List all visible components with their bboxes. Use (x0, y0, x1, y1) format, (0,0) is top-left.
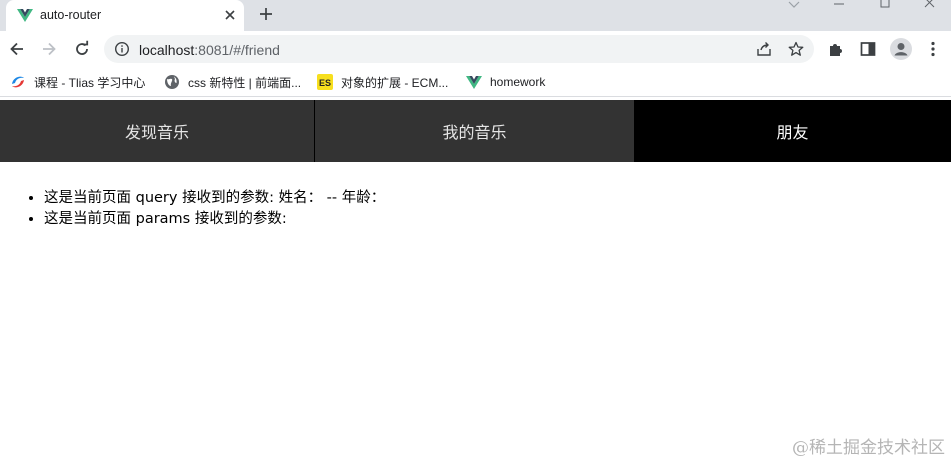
forward-icon[interactable] (40, 40, 58, 58)
browser-toolbar: localhost:8081/#/friend (0, 31, 951, 67)
minimize-icon[interactable] (831, 0, 847, 12)
page: 发现音乐 我的音乐 朋友 这是当前页面 query 接收到的参数: 姓名： --… (0, 100, 951, 464)
extensions-icon[interactable] (827, 40, 845, 58)
svg-text:ES: ES (319, 78, 331, 88)
reload-icon[interactable] (73, 40, 91, 58)
browser-tab[interactable]: auto-router (6, 0, 244, 31)
bookmark-star-icon[interactable] (788, 41, 804, 57)
tab-strip: auto-router (0, 0, 951, 31)
bookmark-label: homework (490, 75, 546, 89)
watermark: @稀土掘金技术社区 (792, 438, 945, 458)
chevron-down-icon[interactable] (786, 0, 802, 12)
info-icon[interactable] (114, 41, 130, 57)
nav-link-discover-music[interactable]: 发现音乐 (0, 100, 315, 162)
side-panel-icon[interactable] (859, 40, 877, 58)
bookmark-label: 对象的扩展 - ECM... (341, 75, 449, 90)
back-icon[interactable] (8, 40, 26, 58)
avatar[interactable] (890, 38, 912, 60)
nav-bar: 发现音乐 我的音乐 朋友 (0, 100, 951, 162)
es-icon: ES (317, 74, 333, 90)
bookmark-es[interactable]: ES 对象的扩展 - ECM... (317, 73, 448, 91)
params-list: 这是当前页面 query 接收到的参数: 姓名： -- 年龄： 这是当前页面 p… (44, 188, 385, 230)
address-bar[interactable]: localhost:8081/#/friend (104, 35, 814, 63)
share-icon[interactable] (756, 41, 772, 57)
maximize-icon[interactable] (877, 0, 893, 12)
bookmarks-bar: 课程 - Tlias 学习中心 css 新特性 | 前端面... ES 对象的扩… (0, 67, 951, 97)
tab-title: auto-router (40, 8, 102, 22)
tlias-icon (12, 76, 24, 88)
bookmark-homework[interactable]: homework (466, 73, 545, 91)
query-params-item: 这是当前页面 query 接收到的参数: 姓名： -- 年龄： (44, 188, 385, 209)
url-path: :8081/#/friend (194, 42, 280, 58)
vue-icon (466, 76, 482, 89)
url-host: localhost (139, 42, 195, 58)
bookmark-label: css 新特性 | 前端面... (188, 75, 302, 90)
url-text: localhost:8081/#/friend (139, 42, 280, 58)
route-params-item: 这是当前页面 params 接收到的参数: (44, 209, 385, 230)
bookmark-tlias[interactable]: 课程 - Tlias 学习中心 (10, 73, 145, 91)
bookmark-label: 课程 - Tlias 学习中心 (34, 75, 146, 90)
window-close-icon[interactable] (922, 0, 938, 12)
close-icon[interactable] (222, 7, 238, 23)
nav-link-friend[interactable]: 朋友 (634, 100, 951, 162)
more-menu-icon[interactable] (924, 40, 942, 58)
vue-icon (17, 9, 33, 22)
new-tab-icon[interactable] (258, 6, 274, 22)
router-view: 这是当前页面 query 接收到的参数: 姓名： -- 年龄： 这是当前页面 p… (44, 188, 385, 230)
bookmark-css[interactable]: css 新特性 | 前端面... (164, 73, 301, 91)
globe-icon (165, 75, 179, 89)
nav-link-my-music[interactable]: 我的音乐 (315, 100, 634, 162)
